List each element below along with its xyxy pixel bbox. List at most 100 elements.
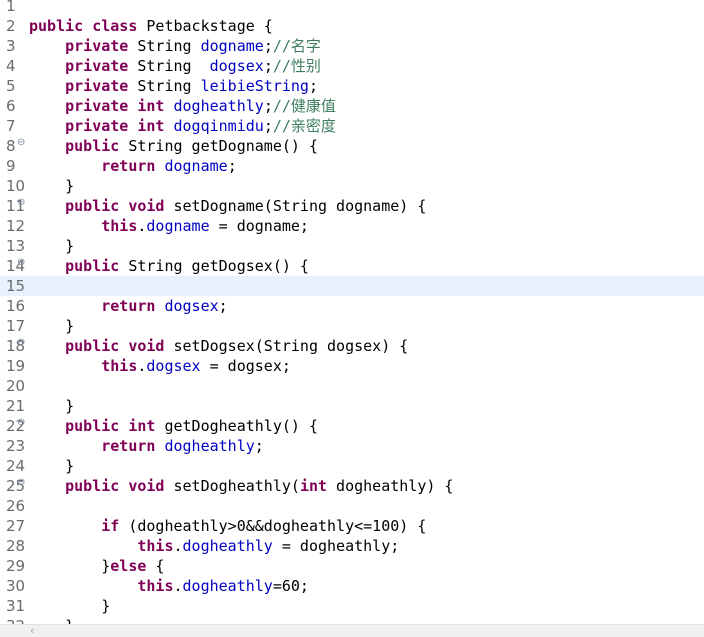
code-keyword: int [299, 477, 328, 495]
code-line[interactable]: 7 private int dogqinmidu;//亲密度 [0, 116, 704, 136]
code-keyword: private [65, 117, 129, 135]
chevron-left-icon[interactable]: ‹ [30, 624, 34, 637]
code-line[interactable]: 2 public class Petbackstage { [0, 16, 704, 36]
code-comment: //亲密度 [272, 117, 336, 135]
code-line[interactable]: 20 [0, 376, 704, 396]
line-number: 26 [6, 497, 26, 515]
code-line[interactable]: 32 } [0, 616, 704, 624]
horizontal-scrollbar[interactable]: ‹ [0, 624, 704, 637]
code-line[interactable]: 25 ⊖ public void setDogheathly(int doghea… [0, 476, 704, 496]
code-keyword: void [128, 477, 165, 495]
line-number: 24 [6, 457, 26, 475]
line-number: 22 [6, 417, 26, 435]
code-line[interactable]: 23 return dogheathly; [0, 436, 704, 456]
code-text: public class Petbackstage { [29, 16, 273, 36]
code-keyword: this [101, 357, 138, 375]
line-number: 5 [6, 77, 16, 95]
fold-collapse-icon[interactable]: ⊖ [17, 478, 25, 488]
code-line[interactable]: 15 [0, 276, 704, 296]
code-text: public void setDogheathly(int dogheathly… [29, 476, 453, 496]
fold-collapse-icon[interactable]: ⊖ [17, 338, 25, 348]
code-token: { [146, 557, 165, 575]
code-line[interactable]: 6 private int dogheathly;//健康值 [0, 96, 704, 116]
code-line[interactable]: 8 ⊖ public String getDogname() { [0, 136, 704, 156]
code-keyword: private [65, 37, 129, 55]
code-token: } [29, 597, 111, 615]
code-token: setDogsex(String dogsex) { [164, 337, 409, 355]
code-keyword: public [65, 137, 120, 155]
code-line[interactable]: 9 return dogname; [0, 156, 704, 176]
code-keyword: public [65, 417, 120, 435]
code-line[interactable]: 24 } [0, 456, 704, 476]
code-line[interactable]: 22 ⊖ public int getDogheathly() { [0, 416, 704, 436]
code-text: public String getDogname() { [29, 136, 318, 156]
code-text: public void setDogname(String dogname) { [29, 196, 426, 216]
code-line[interactable]: 4 private String dogsex;//性别 [0, 56, 704, 76]
code-line[interactable]: 30 this.dogheathly=60; [0, 576, 704, 596]
code-keyword: class [92, 17, 138, 35]
code-line[interactable]: 18 ⊖ public void setDogsex(String dogsex)… [0, 336, 704, 356]
code-text: }else { [29, 556, 164, 576]
line-number: 7 [6, 117, 16, 135]
line-number: 19 [6, 357, 26, 375]
line-number: 13 [6, 237, 26, 255]
code-token: . [173, 537, 183, 555]
fold-collapse-icon[interactable]: ⊖ [17, 198, 25, 208]
code-token: } [29, 237, 75, 255]
code-line[interactable]: 26 [0, 496, 704, 516]
line-number: 2 [6, 17, 16, 35]
code-line[interactable]: 3 private String dogname;//名字 [0, 36, 704, 56]
code-line[interactable]: 13 } [0, 236, 704, 256]
code-token: ; [227, 157, 237, 175]
code-line[interactable]: 27 if (dogheathly>0&&dogheathly<=100) { [0, 516, 704, 536]
code-keyword: this [101, 217, 138, 235]
code-token: getDogheathly() { [155, 417, 318, 435]
fold-collapse-icon[interactable]: ⊖ [17, 418, 25, 428]
code-text: return dogname; [29, 156, 237, 176]
code-token: (dogheathly>0&&dogheathly<=100) { [119, 517, 427, 535]
code-line[interactable]: 12 this.dogname = dogname; [0, 216, 704, 236]
code-line[interactable]: 29 }else { [0, 556, 704, 576]
code-line[interactable]: 19 this.dogsex = dogsex; [0, 356, 704, 376]
code-line[interactable]: 5 private String leibieString; [0, 76, 704, 96]
code-token: String getDogsex() { [119, 257, 309, 275]
code-line[interactable]: 11 ⊖ public void setDogname(String dognam… [0, 196, 704, 216]
code-line[interactable]: 31 } [0, 596, 704, 616]
code-line[interactable]: 16 return dogsex; [0, 296, 704, 316]
code-line[interactable]: 1 [0, 0, 704, 16]
code-keyword: public [65, 477, 120, 495]
line-number: 1 [6, 0, 16, 15]
code-field: dogsex [146, 357, 201, 375]
code-text: } [29, 176, 74, 196]
line-number: 4 [6, 57, 16, 75]
code-line[interactable]: 17 } [0, 316, 704, 336]
code-keyword: if [101, 517, 120, 535]
code-token: =60; [272, 577, 309, 595]
code-editor[interactable]: 1 2 public class Petbackstage {3 private S… [0, 0, 704, 624]
code-field: dogheathly [182, 577, 273, 595]
code-token: } [29, 177, 75, 195]
code-field: dogsex [164, 297, 219, 315]
code-token: ; [218, 297, 228, 315]
code-field: dogname [146, 217, 210, 235]
fold-collapse-icon[interactable]: ⊖ [17, 138, 25, 148]
fold-collapse-icon[interactable]: ⊖ [17, 258, 25, 268]
code-line[interactable]: 28 this.dogheathly = dogheathly; [0, 536, 704, 556]
code-line[interactable]: 14 ⊖ public String getDogsex() { [0, 256, 704, 276]
code-field: dogheathly [182, 537, 273, 555]
code-text: } [29, 596, 110, 616]
code-keyword: int [137, 97, 165, 115]
code-token: . [173, 577, 183, 595]
code-line[interactable]: 21 } [0, 396, 704, 416]
code-line[interactable]: 10 } [0, 176, 704, 196]
